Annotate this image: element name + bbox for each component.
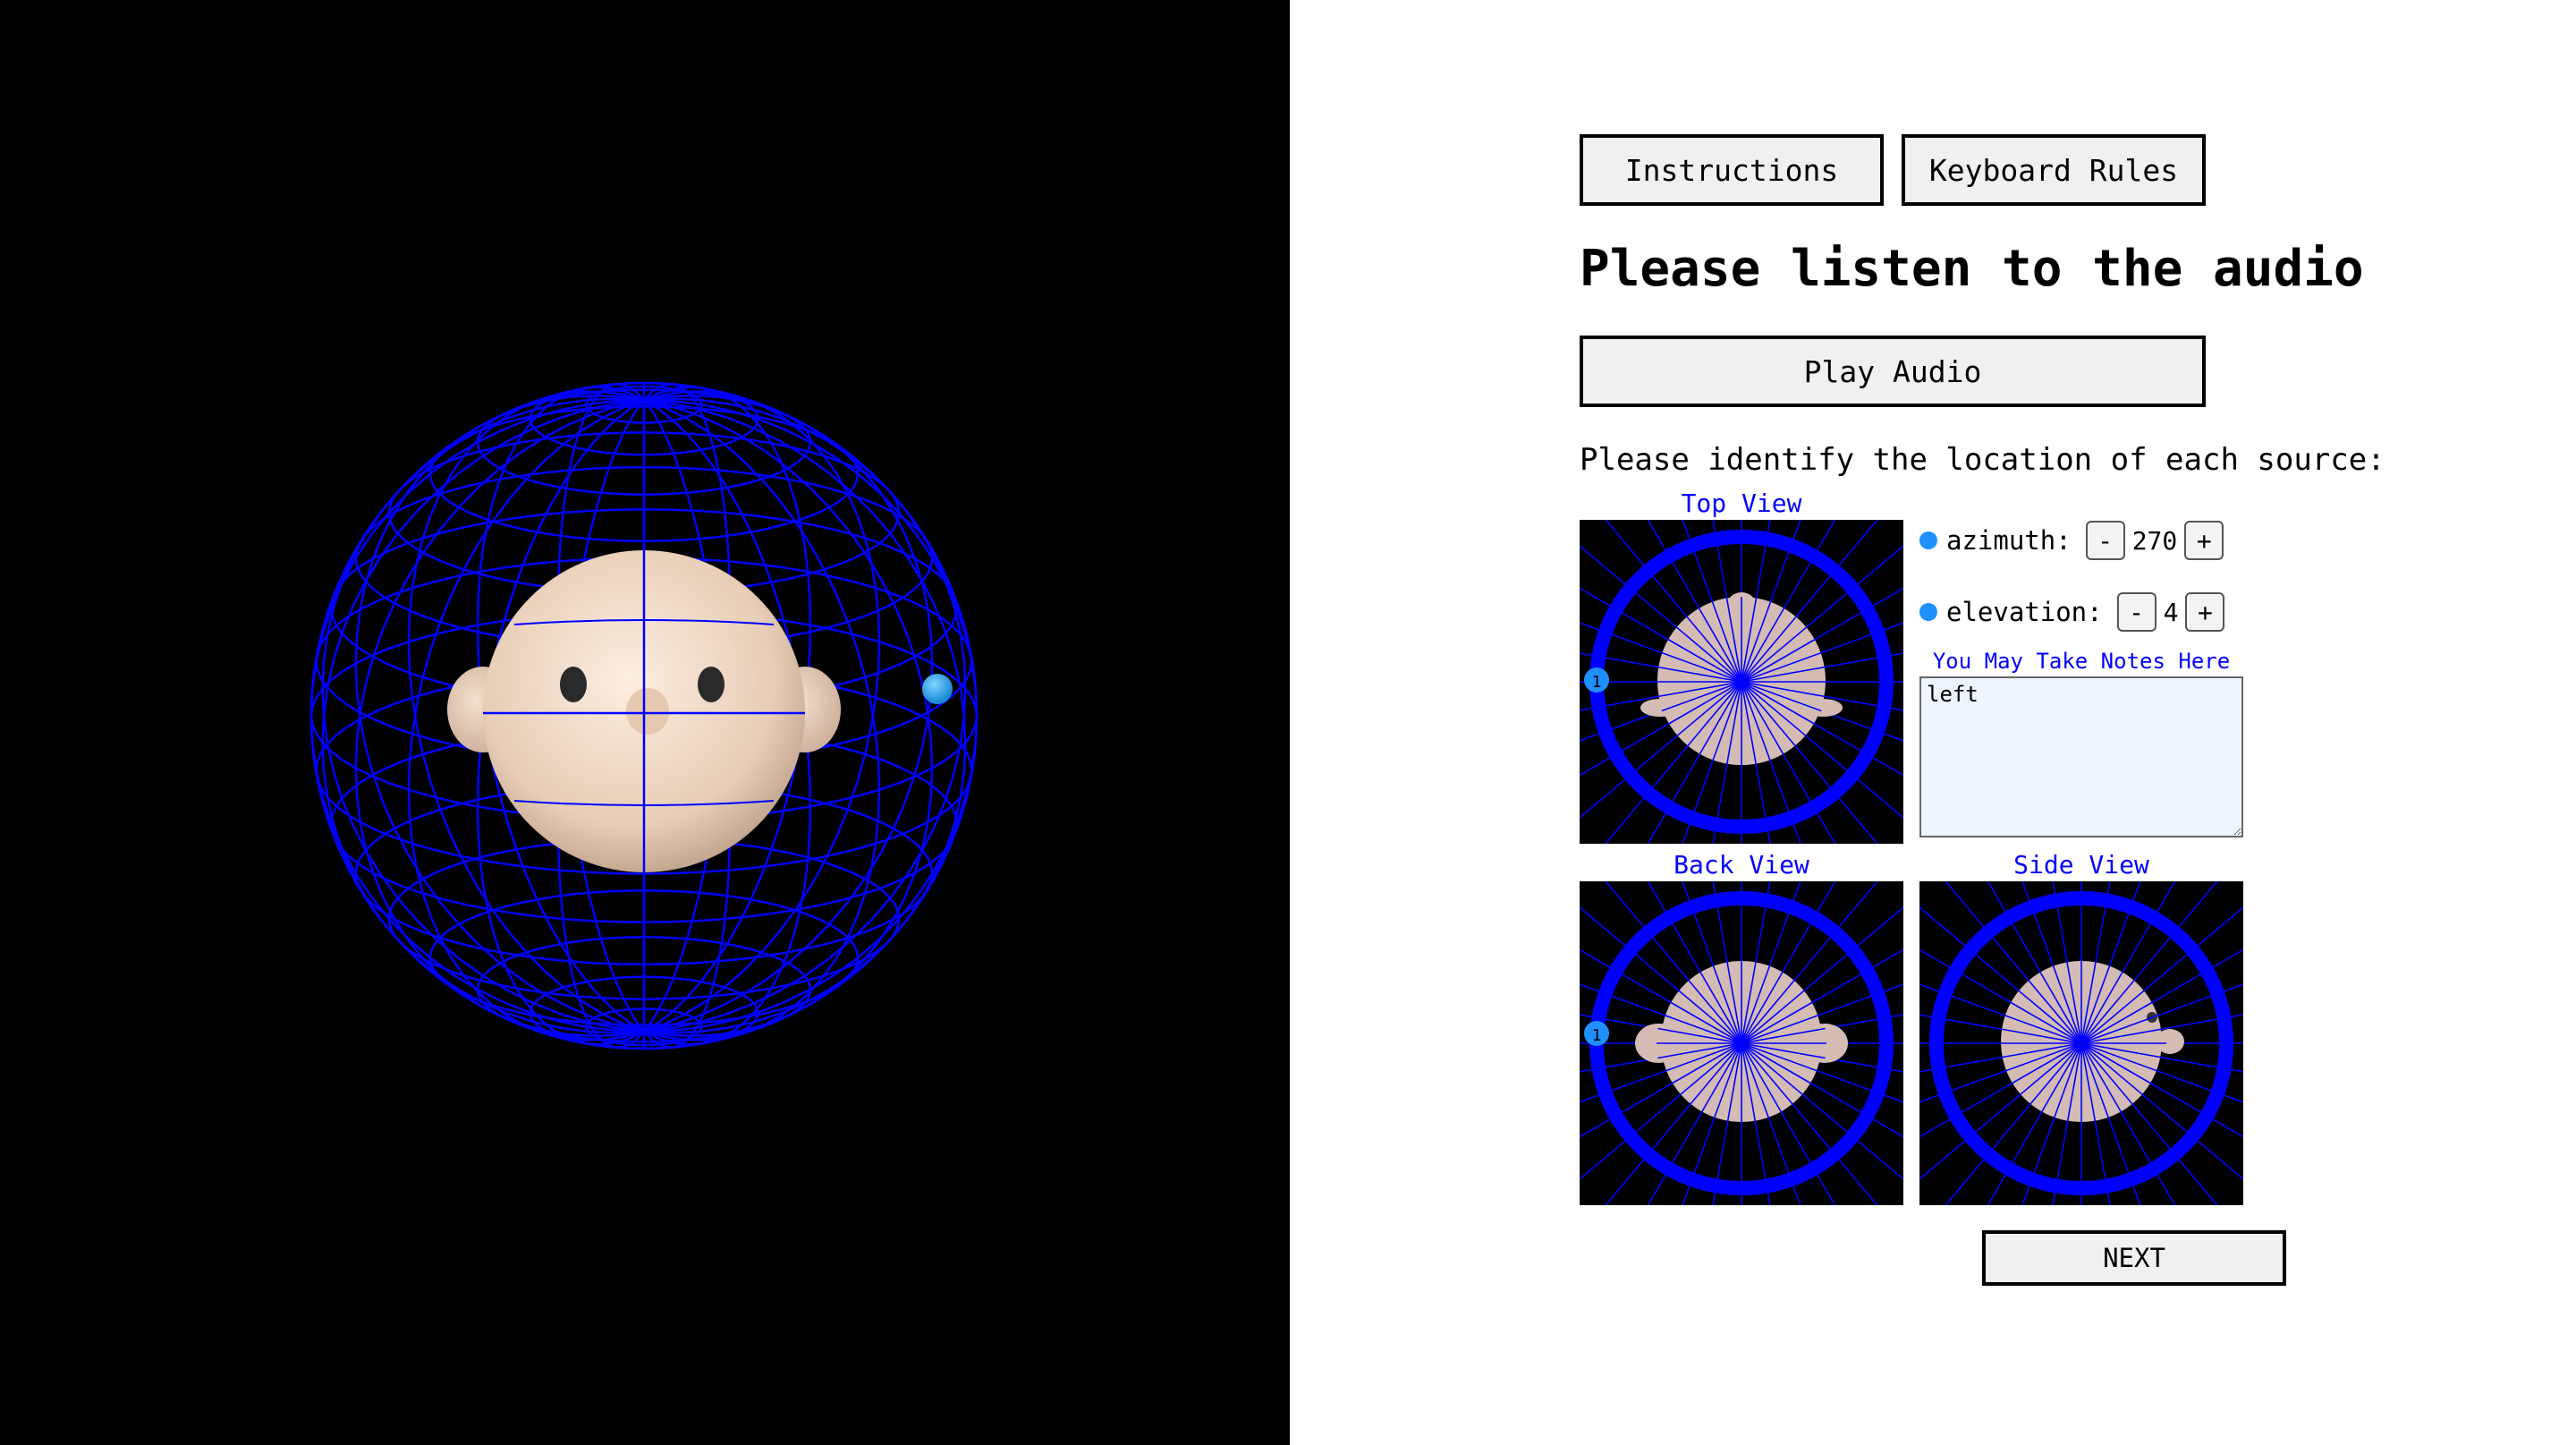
azimuth-value: 270 (2131, 525, 2178, 556)
play-audio-label: Play Audio (1803, 353, 1982, 389)
keyboard-rules-button[interactable]: Keyboard Rules (1902, 134, 2206, 206)
azimuth-label: azimuth: (1946, 525, 2072, 556)
instructions-button[interactable]: Instructions (1580, 134, 1884, 206)
view-center-dot (1734, 675, 1749, 689)
elevation-value: 4 (2163, 597, 2179, 627)
3d-scene-viewport[interactable] (0, 0, 1290, 1445)
instructions-label: Instructions (1624, 152, 1839, 188)
source-1-label: 1 (1592, 1026, 1602, 1045)
elevation-decrement-button[interactable]: - (2116, 592, 2157, 632)
source-color-dot (1919, 531, 1937, 549)
azimuth-decrement-button[interactable]: - (2085, 521, 2125, 560)
notes-label: You May Take Notes Here (1932, 649, 2231, 674)
wireframe-sphere (309, 381, 979, 1050)
azimuth-control: azimuth: - 270 + (1919, 520, 2224, 561)
azimuth-increment-button[interactable]: + (2184, 521, 2224, 560)
view-center-dot (2074, 1036, 2089, 1050)
page-title: Please listen to the audio (1580, 240, 2364, 298)
top-view-label: Top View (1681, 489, 1802, 518)
side-view-panel[interactable] (1919, 881, 2243, 1205)
source-1-marker[interactable]: 1 (1584, 1021, 1609, 1046)
sound-source-marker[interactable] (922, 674, 953, 704)
elevation-increment-button[interactable]: + (2185, 592, 2225, 632)
elevation-label: elevation: (1946, 597, 2103, 627)
next-button[interactable]: NEXT (1982, 1230, 2286, 1286)
left-eye (560, 667, 587, 702)
nose (626, 688, 669, 735)
keyboard-rules-label: Keyboard Rules (1928, 152, 2179, 188)
back-view-panel[interactable]: 1 (1580, 881, 1903, 1205)
view-center-dot (1734, 1036, 1749, 1050)
top-view-panel[interactable]: 1 (1580, 520, 1903, 844)
back-view-label: Back View (1674, 850, 1809, 880)
next-label: NEXT (2103, 1243, 2165, 1273)
elevation-control: elevation: - 4 + (1919, 591, 2225, 633)
source-1-label: 1 (1592, 673, 1602, 692)
side-view-label: Side View (2013, 850, 2149, 880)
identify-prompt: Please identify the location of each sou… (1580, 442, 2385, 478)
play-audio-button[interactable]: Play Audio (1580, 336, 2206, 407)
notes-textarea[interactable] (1919, 676, 2243, 837)
source-color-dot (1919, 603, 1937, 621)
source-1-marker[interactable]: 1 (1584, 667, 1609, 693)
right-eye (698, 667, 724, 702)
